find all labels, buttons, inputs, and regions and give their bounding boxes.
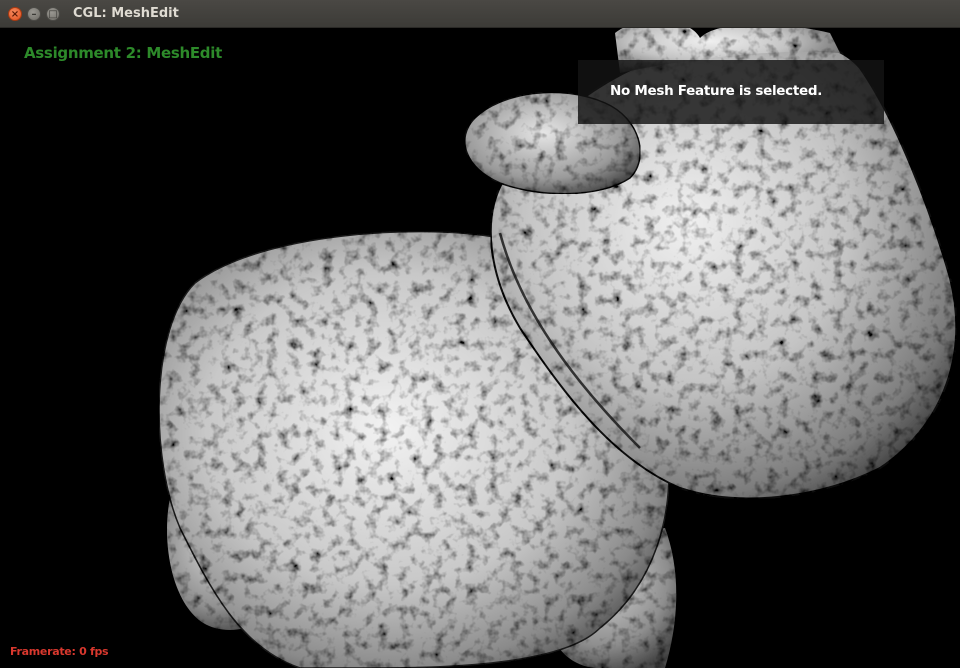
window-title: CGL: MeshEdit bbox=[73, 6, 179, 21]
minimize-icon[interactable]: – bbox=[27, 7, 41, 21]
selection-info-text: No Mesh Feature is selected. bbox=[610, 83, 823, 99]
title-bar[interactable]: × – □ CGL: MeshEdit bbox=[0, 0, 960, 28]
assignment-title: Assignment 2: MeshEdit bbox=[24, 44, 222, 62]
maximize-icon[interactable]: □ bbox=[46, 7, 60, 21]
mesh-viewport[interactable]: Assignment 2: MeshEdit No Mesh Feature i… bbox=[0, 28, 960, 668]
meshedit-window: × – □ CGL: MeshEdit Assignment 2: MeshEd… bbox=[0, 0, 960, 668]
selection-info-panel: No Mesh Feature is selected. bbox=[578, 60, 884, 124]
mesh-render[interactable] bbox=[0, 28, 960, 668]
close-icon[interactable]: × bbox=[8, 7, 22, 21]
framerate-readout: Framerate: 0 fps bbox=[10, 645, 109, 658]
